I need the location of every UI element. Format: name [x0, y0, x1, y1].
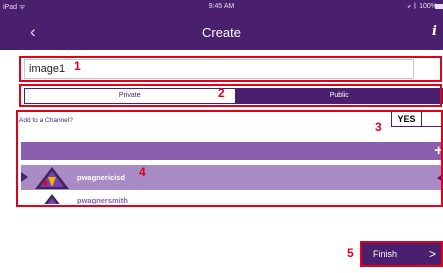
- highlight-box-finish: [360, 241, 443, 267]
- nav-bar: ‹ Create i: [0, 16, 443, 50]
- status-bar: iPad ᯤ 9:45 AM ⇗ ᛒ 100%: [0, 0, 443, 16]
- battery-label: ⇗ ᛒ 100%: [406, 3, 437, 10]
- page-title: Create: [201, 25, 242, 40]
- callout-5: 5: [347, 246, 354, 260]
- battery-icon: [435, 4, 443, 9]
- callout-4: 4: [139, 165, 146, 179]
- highlight-box-name: [19, 56, 442, 82]
- callout-1: 1: [74, 59, 81, 73]
- info-icon[interactable]: i: [432, 24, 437, 39]
- callout-2: 2: [218, 86, 225, 100]
- callout-3: 3: [375, 120, 382, 134]
- status-time: 9:45 AM: [208, 3, 235, 10]
- highlight-box-visibility: [19, 84, 442, 107]
